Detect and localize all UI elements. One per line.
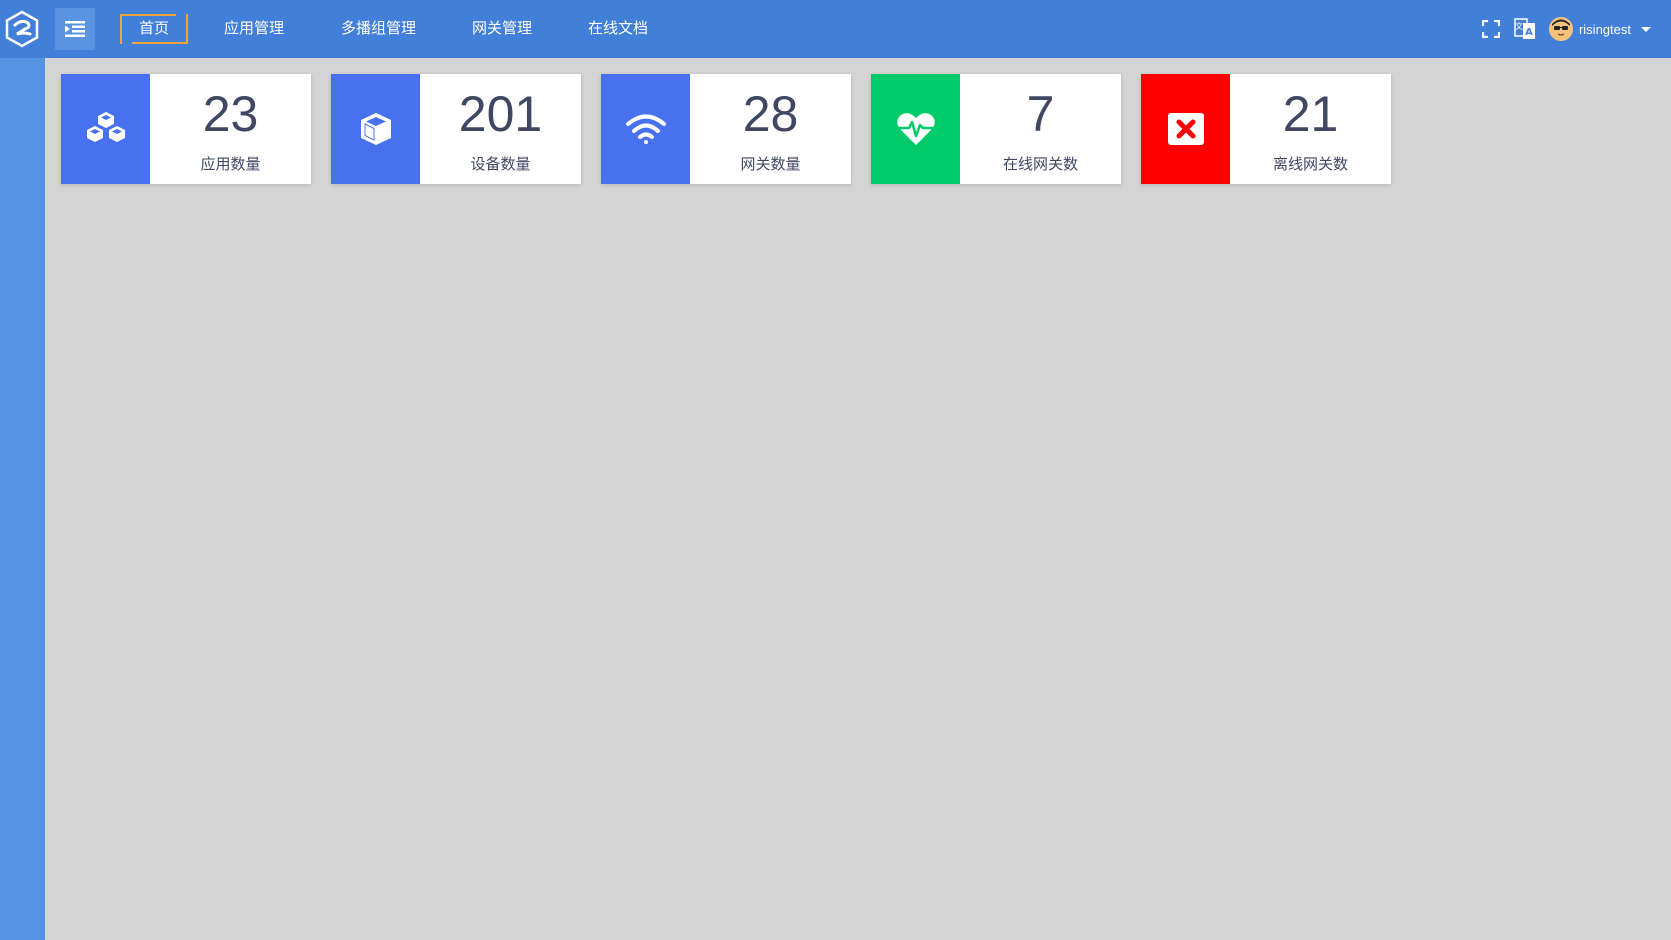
stat-label: 在线网关数 <box>1002 155 1078 173</box>
cube-icon <box>331 74 420 184</box>
close-box-icon <box>1141 74 1230 184</box>
stat-value: 28 <box>742 85 799 142</box>
stat-card-devices[interactable]: 201 设备数量 <box>331 74 581 184</box>
stat-card-offline-gateways[interactable]: 21 离线网关数 <box>1141 74 1391 184</box>
wifi-icon <box>601 74 690 184</box>
svg-text:文: 文 <box>1515 21 1523 31</box>
nav-home[interactable]: 首页 <box>120 14 188 44</box>
menu-toggle-button[interactable] <box>55 8 95 50</box>
sidebar <box>0 58 45 940</box>
user-menu[interactable]: risingtest <box>1548 17 1651 41</box>
stat-label: 网关数量 <box>740 155 801 173</box>
svg-text:A: A <box>1525 27 1533 38</box>
nav-online-docs[interactable]: 在线文档 <box>588 14 648 44</box>
nav-app-management[interactable]: 应用管理 <box>224 14 284 44</box>
stat-label: 应用数量 <box>200 155 261 173</box>
stat-card-apps[interactable]: 23 应用数量 <box>61 74 311 184</box>
heartbeat-icon <box>871 74 960 184</box>
stat-value: 201 <box>458 85 543 142</box>
stat-label: 离线网关数 <box>1272 155 1348 173</box>
stat-card-gateways[interactable]: 28 网关数量 <box>601 74 851 184</box>
fullscreen-icon[interactable] <box>1479 17 1503 41</box>
stat-card-online-gateways[interactable]: 7 在线网关数 <box>871 74 1121 184</box>
nav-gateway-management[interactable]: 网关管理 <box>472 14 532 44</box>
stat-value: 21 <box>1282 85 1339 142</box>
avatar <box>1548 17 1573 41</box>
stat-label: 设备数量 <box>470 155 531 173</box>
logo-icon[interactable] <box>4 10 40 48</box>
header-actions: A 文 risingtest <box>1469 0 1651 58</box>
stat-value: 23 <box>202 85 259 142</box>
nav-multicast-management[interactable]: 多播组管理 <box>341 14 416 44</box>
menu-fold-icon <box>65 21 85 37</box>
chevron-down-icon <box>1641 26 1651 32</box>
username: risingtest <box>1578 21 1631 37</box>
top-navbar: 首页 应用管理 多播组管理 网关管理 在线文档 A 文 risingtest <box>0 0 1671 58</box>
stat-value: 7 <box>1026 85 1055 142</box>
stats-cards: 23 应用数量 201 设备数量 28 网关数量 7 在线网关数 21 离线网关… <box>61 74 1391 184</box>
cubes-icon <box>61 74 150 184</box>
main-nav: 首页 应用管理 多播组管理 网关管理 在线文档 <box>120 0 648 58</box>
translate-icon[interactable]: A 文 <box>1513 17 1537 41</box>
